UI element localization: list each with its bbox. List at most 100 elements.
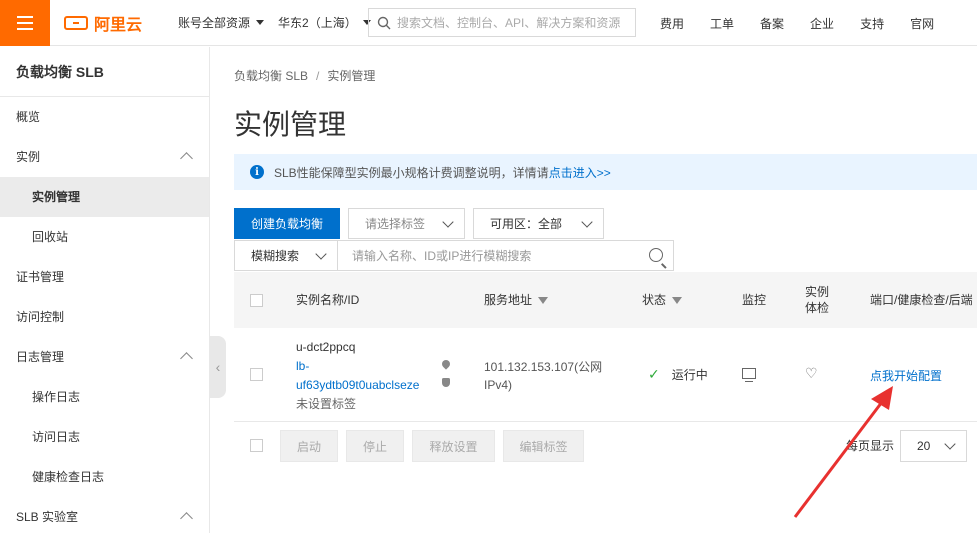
chevron-left-icon: ‹ xyxy=(215,359,221,375)
search-mode-value: 模糊搜索 xyxy=(251,249,300,263)
aliyun-logo-mark-icon xyxy=(64,15,88,30)
start-button[interactable]: 启动 xyxy=(280,430,338,462)
shield-icon[interactable] xyxy=(442,378,450,387)
sidebar-item-label: 访问控制 xyxy=(16,310,65,324)
page-title: 实例管理 xyxy=(234,109,347,140)
start-config-link[interactable]: 点我开始配置 xyxy=(870,367,942,384)
service-address-cell: 101.132.153.107(公网 IPv4) xyxy=(484,358,602,394)
column-header-health: 实例 体检 xyxy=(805,272,829,328)
sidebar-collapse-handle[interactable]: ‹ xyxy=(210,336,226,398)
chevron-down-icon xyxy=(944,438,956,450)
notice-banner: i SLB性能保障型实例最小规格计费调整说明，详情请 点击进入>> xyxy=(234,154,977,190)
instance-name-cell: u-dct2ppcq lb- uf63ydtb09t0uabclseze 未设置… xyxy=(296,338,419,414)
breadcrumb-item-current: 实例管理 xyxy=(327,69,376,83)
aliyun-logo[interactable]: 阿里云 xyxy=(64,11,164,35)
health-check-icon[interactable]: ♡ xyxy=(805,365,818,382)
sidebar-item-overview[interactable]: 概览 xyxy=(0,97,209,137)
sidebar-item-label: SLB 实验室 xyxy=(16,510,79,524)
sidebar-item-health-check-logs[interactable]: 健康检查日志 xyxy=(0,457,209,497)
sidebar-item-label: 日志管理 xyxy=(16,350,65,364)
chevron-down-icon xyxy=(581,216,593,228)
account-scope-dropdown[interactable]: 账号全部资源 xyxy=(178,14,265,31)
breadcrumb-item-slb[interactable]: 负载均衡 SLB xyxy=(234,69,308,83)
table-footer: 启动 停止 释放设置 编辑标签 每页显示 20 xyxy=(234,430,977,462)
table-header: 实例名称/ID 服务地址 状态 监控 实例 体检 端口/健康检查/后端 xyxy=(234,272,977,328)
sidebar-item-instance-management[interactable]: 实例管理 xyxy=(0,177,209,217)
instance-id-line2[interactable]: uf63ydtb09t0uabclseze xyxy=(296,376,419,395)
top-link-support[interactable]: 支持 xyxy=(860,15,884,32)
sidebar-item-label: 实例管理 xyxy=(32,190,81,204)
location-pin-icon[interactable] xyxy=(440,358,452,370)
region-dropdown[interactable]: 华东2（上海） xyxy=(278,14,371,31)
sidebar-item-label: 回收站 xyxy=(32,230,69,244)
status-text: 运行中 xyxy=(671,368,708,382)
breadcrumb-separator: / xyxy=(316,69,320,83)
column-header-health-line1: 实例 xyxy=(805,285,830,299)
sidebar-title: 负载均衡 SLB xyxy=(0,47,209,97)
search-icon[interactable] xyxy=(649,248,663,262)
service-address-line2: IPv4) xyxy=(484,378,513,392)
sidebar-item-log-management[interactable]: 日志管理 xyxy=(0,337,209,377)
top-navigation-bar: 阿里云 账号全部资源 华东2（上海） 搜索文档、控制台、API、解决方案和资源 … xyxy=(0,0,977,46)
edit-tags-button[interactable]: 编辑标签 xyxy=(503,430,584,462)
top-link-enterprise[interactable]: 企业 xyxy=(810,15,834,32)
instance-search-placeholder: 请输入名称、ID或IP进行模糊搜索 xyxy=(352,249,532,263)
tag-select[interactable]: 请选择标签 xyxy=(348,208,465,239)
status-cell: ✓ 运行中 xyxy=(648,366,708,383)
column-header-name-label: 实例名称/ID xyxy=(296,293,360,307)
info-icon: i xyxy=(250,165,264,179)
zone-select[interactable]: 可用区：全部 xyxy=(473,208,604,239)
tag-select-placeholder: 请选择标签 xyxy=(365,217,426,231)
top-link-fees[interactable]: 费用 xyxy=(660,15,684,32)
per-page-select[interactable]: 20 xyxy=(900,430,967,462)
per-page-value: 20 xyxy=(917,439,931,453)
sidebar-item-access-control[interactable]: 访问控制 xyxy=(0,297,209,337)
sidebar-item-slb-lab[interactable]: SLB 实验室 xyxy=(0,497,209,537)
filter-icon[interactable] xyxy=(538,296,549,304)
logo-text: 阿里云 xyxy=(94,16,143,34)
sidebar-item-recycle-bin[interactable]: 回收站 xyxy=(0,217,209,257)
check-icon: ✓ xyxy=(648,366,660,382)
notice-text: SLB性能保障型实例最小规格计费调整说明，详情请 xyxy=(274,165,549,180)
menu-icon[interactable] xyxy=(0,0,50,46)
sidebar-item-label: 证书管理 xyxy=(16,270,65,284)
chevron-down-icon xyxy=(315,248,327,260)
select-all-checkbox[interactable] xyxy=(250,293,263,307)
sidebar: 负载均衡 SLB 概览 实例 实例管理 回收站 证书管理 访问控制 日志管理 操… xyxy=(0,47,210,533)
sidebar-item-label: 健康检查日志 xyxy=(32,470,105,484)
row-checkbox[interactable] xyxy=(250,368,263,381)
chevron-up-icon xyxy=(180,512,193,525)
column-header-ports-label: 端口/健康检查/后端 xyxy=(870,293,973,307)
sidebar-item-label: 概览 xyxy=(16,110,41,124)
monitor-icon[interactable] xyxy=(742,368,756,382)
column-header-health-line2: 体检 xyxy=(805,301,830,315)
region-label: 华东2（上海） xyxy=(278,16,357,30)
chevron-up-icon xyxy=(180,152,193,165)
instance-search-input[interactable]: 请输入名称、ID或IP进行模糊搜索 xyxy=(337,240,674,271)
column-header-address-label: 服务地址 xyxy=(484,293,533,307)
sidebar-item-instances[interactable]: 实例 xyxy=(0,137,209,177)
top-link-official-site[interactable]: 官网 xyxy=(910,15,934,32)
column-header-address: 服务地址 xyxy=(484,272,549,328)
top-link-icp[interactable]: 备案 xyxy=(760,15,784,32)
release-settings-button[interactable]: 释放设置 xyxy=(412,430,495,462)
footer-select-all-checkbox[interactable] xyxy=(250,439,263,452)
create-load-balancer-button[interactable]: 创建负载均衡 xyxy=(234,208,340,239)
table-row: u-dct2ppcq lb- uf63ydtb09t0uabclseze 未设置… xyxy=(234,328,977,422)
sidebar-item-access-logs[interactable]: 访问日志 xyxy=(0,417,209,457)
zone-select-value: 可用区：全部 xyxy=(490,217,563,231)
instance-name: u-dct2ppcq xyxy=(296,340,356,354)
global-search-input[interactable]: 搜索文档、控制台、API、解决方案和资源 xyxy=(368,8,636,37)
top-link-tickets[interactable]: 工单 xyxy=(710,15,734,32)
stop-button[interactable]: 停止 xyxy=(346,430,404,462)
sidebar-item-operation-logs[interactable]: 操作日志 xyxy=(0,377,209,417)
sidebar-item-label: 实例 xyxy=(16,150,41,164)
breadcrumb: 负载均衡 SLB / 实例管理 xyxy=(234,67,375,84)
notice-link[interactable]: 点击进入>> xyxy=(549,164,611,181)
account-scope-label: 账号全部资源 xyxy=(178,16,251,30)
filter-icon[interactable] xyxy=(672,296,683,304)
instance-id-line1[interactable]: lb- xyxy=(296,357,419,376)
sidebar-item-certificates[interactable]: 证书管理 xyxy=(0,257,209,297)
search-mode-select[interactable]: 模糊搜索 xyxy=(234,240,338,271)
search-placeholder: 搜索文档、控制台、API、解决方案和资源 xyxy=(397,16,621,30)
